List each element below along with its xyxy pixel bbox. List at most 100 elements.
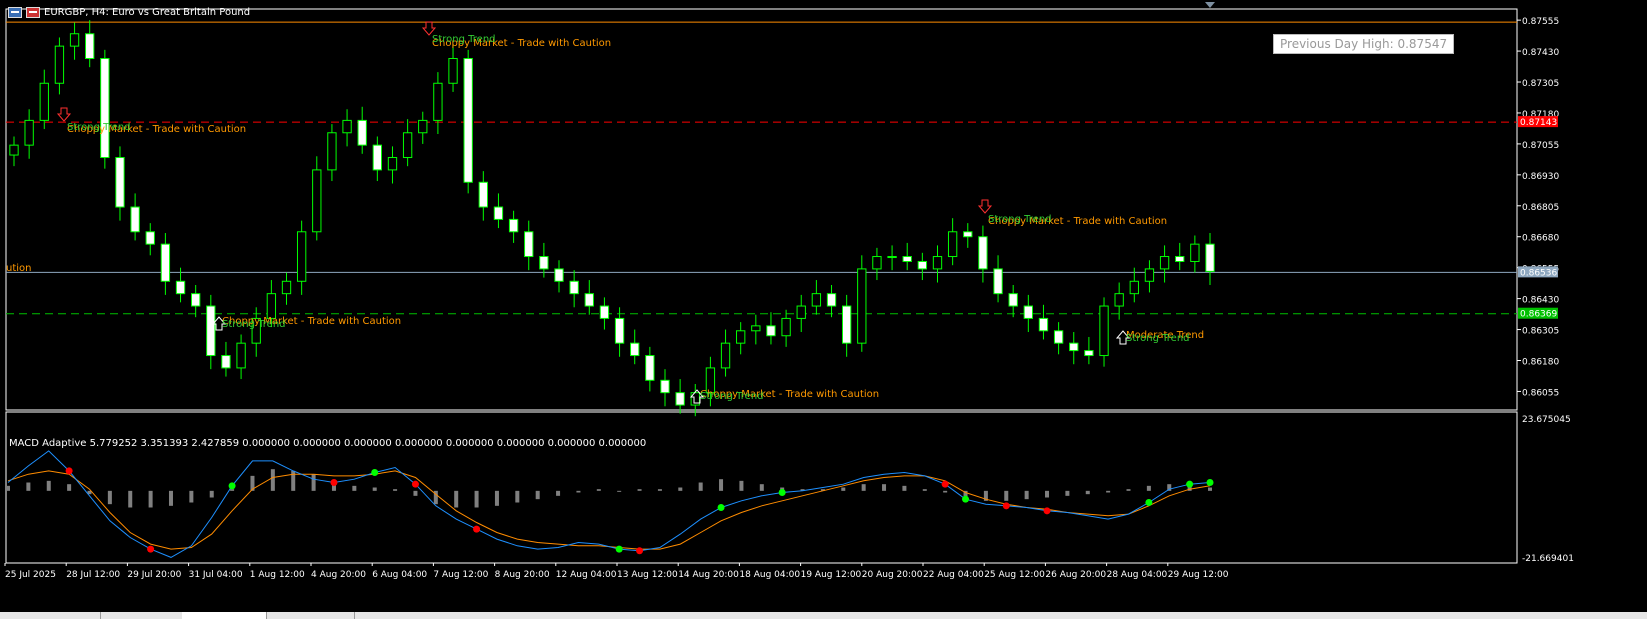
candle-body (857, 268, 867, 344)
candle-body (327, 132, 337, 171)
histogram-bar (943, 490, 948, 493)
macd-line (7, 450, 1211, 558)
tab-1[interactable] (0, 612, 101, 619)
candle-body (614, 317, 625, 344)
chart-shift-marker (1205, 2, 1215, 8)
histogram-bar (209, 490, 214, 498)
tab-3[interactable] (182, 612, 267, 619)
histogram-bar (67, 484, 72, 491)
price-tick-label: 0.86805 (1522, 203, 1559, 213)
histogram-bar (6, 485, 10, 491)
time-tick-label: 20 Aug 20:00 (862, 570, 923, 580)
histogram-bar (657, 489, 662, 491)
candle-body (206, 305, 216, 357)
candle-body (175, 280, 186, 295)
resistance-price-tag-label: 0.87143 (1520, 118, 1557, 128)
candle-body (24, 119, 34, 146)
candle-body (751, 325, 761, 332)
candle-body (569, 280, 579, 295)
histogram-bar (311, 474, 316, 491)
time-tick-label: 28 Jul 12:00 (66, 570, 120, 580)
histogram-bar (1106, 490, 1111, 493)
candle-body (1129, 280, 1139, 295)
time-tick-label: 18 Aug 04:00 (739, 570, 800, 580)
price-tick-label: 0.86305 (1522, 327, 1559, 337)
candle-body (1084, 350, 1094, 357)
candle-body (1144, 268, 1155, 282)
candle-body (296, 231, 307, 282)
tab-4[interactable] (266, 612, 355, 619)
crossover-dot (330, 479, 338, 487)
crossover-dot (636, 547, 644, 555)
histogram-bar (1126, 489, 1131, 491)
histogram-bar (1065, 490, 1070, 496)
candle-body (281, 280, 292, 295)
price-tick-label: 0.86930 (1522, 172, 1559, 182)
histogram-bar (494, 490, 499, 506)
histogram-bar (922, 489, 927, 491)
histogram-bar (637, 489, 642, 491)
macd-scale-min: -21.669401 (1522, 554, 1574, 564)
histogram-bar (454, 490, 459, 508)
crossover-dot (411, 480, 419, 488)
annotation-label: Strong Trend (67, 122, 131, 133)
macd-scale-max: 23.675045 (1522, 415, 1571, 425)
annotation-label: Strong Trend (1126, 333, 1190, 344)
candle-body (902, 256, 912, 262)
histogram-bar (148, 490, 153, 508)
candle-body (145, 231, 155, 245)
candle-body (1069, 342, 1079, 352)
candle-body (736, 330, 746, 344)
candle-body (266, 293, 277, 319)
candle-body (599, 305, 610, 319)
chart-title: EURGBP, H4: Euro vs Great Britain Pound (44, 6, 251, 18)
histogram-bar (617, 490, 622, 492)
chart-window-icon-2[interactable] (26, 6, 40, 18)
crossover-dot (615, 545, 623, 553)
candle-body (993, 268, 1003, 295)
candle-body (1008, 293, 1018, 307)
time-tick-label: 31 Jul 04:00 (189, 570, 243, 580)
histogram-bar (168, 490, 173, 506)
histogram-bar (1024, 490, 1029, 500)
crossover-dot (1186, 480, 1194, 488)
candle-body (720, 342, 731, 369)
histogram-bar (107, 490, 112, 505)
time-tick-label: 28 Aug 04:00 (1107, 570, 1168, 580)
time-tick-label: 14 Aug 20:00 (678, 570, 739, 580)
annotation-label: Strong Trend (432, 34, 496, 45)
candle-body (418, 119, 428, 134)
candle-body (630, 342, 640, 357)
histogram-bar (474, 490, 479, 508)
annotation-label: Strong Trend (988, 214, 1052, 225)
annotation-label: Strong Trend (222, 319, 286, 330)
crossover-dot (962, 495, 970, 503)
histogram-bar (596, 489, 601, 491)
candle-body (963, 231, 973, 238)
candle-body (342, 119, 352, 134)
time-tick-label: 6 Aug 04:00 (372, 570, 427, 580)
candle-body (554, 268, 564, 282)
histogram-bar (739, 480, 744, 491)
histogram-bar (1045, 490, 1050, 498)
histogram-bar (841, 487, 846, 491)
tab-2[interactable] (100, 612, 183, 619)
candle-body (872, 256, 882, 270)
chart-window-icon[interactable] (8, 6, 22, 18)
candle-body (54, 45, 65, 84)
candle-body (160, 243, 171, 282)
macd-indicator-title: MACD Adaptive 5.779252 3.351393 2.427859… (9, 438, 647, 449)
candle-body (978, 236, 988, 270)
candle-body (1053, 330, 1064, 344)
candle-body (433, 82, 443, 121)
histogram-bar (861, 484, 866, 491)
histogram-bar (698, 482, 703, 491)
crossover-dot (1145, 498, 1153, 506)
candle-body (387, 157, 398, 171)
candle-body (478, 181, 488, 208)
candle-body (39, 82, 49, 121)
time-tick-label: 8 Aug 20:00 (495, 570, 550, 580)
time-tick-label: 19 Aug 12:00 (801, 570, 862, 580)
histogram-bar (1085, 490, 1090, 495)
chart-canvas[interactable]: Choppy Market - Trade with CautionStrong… (0, 0, 1647, 619)
